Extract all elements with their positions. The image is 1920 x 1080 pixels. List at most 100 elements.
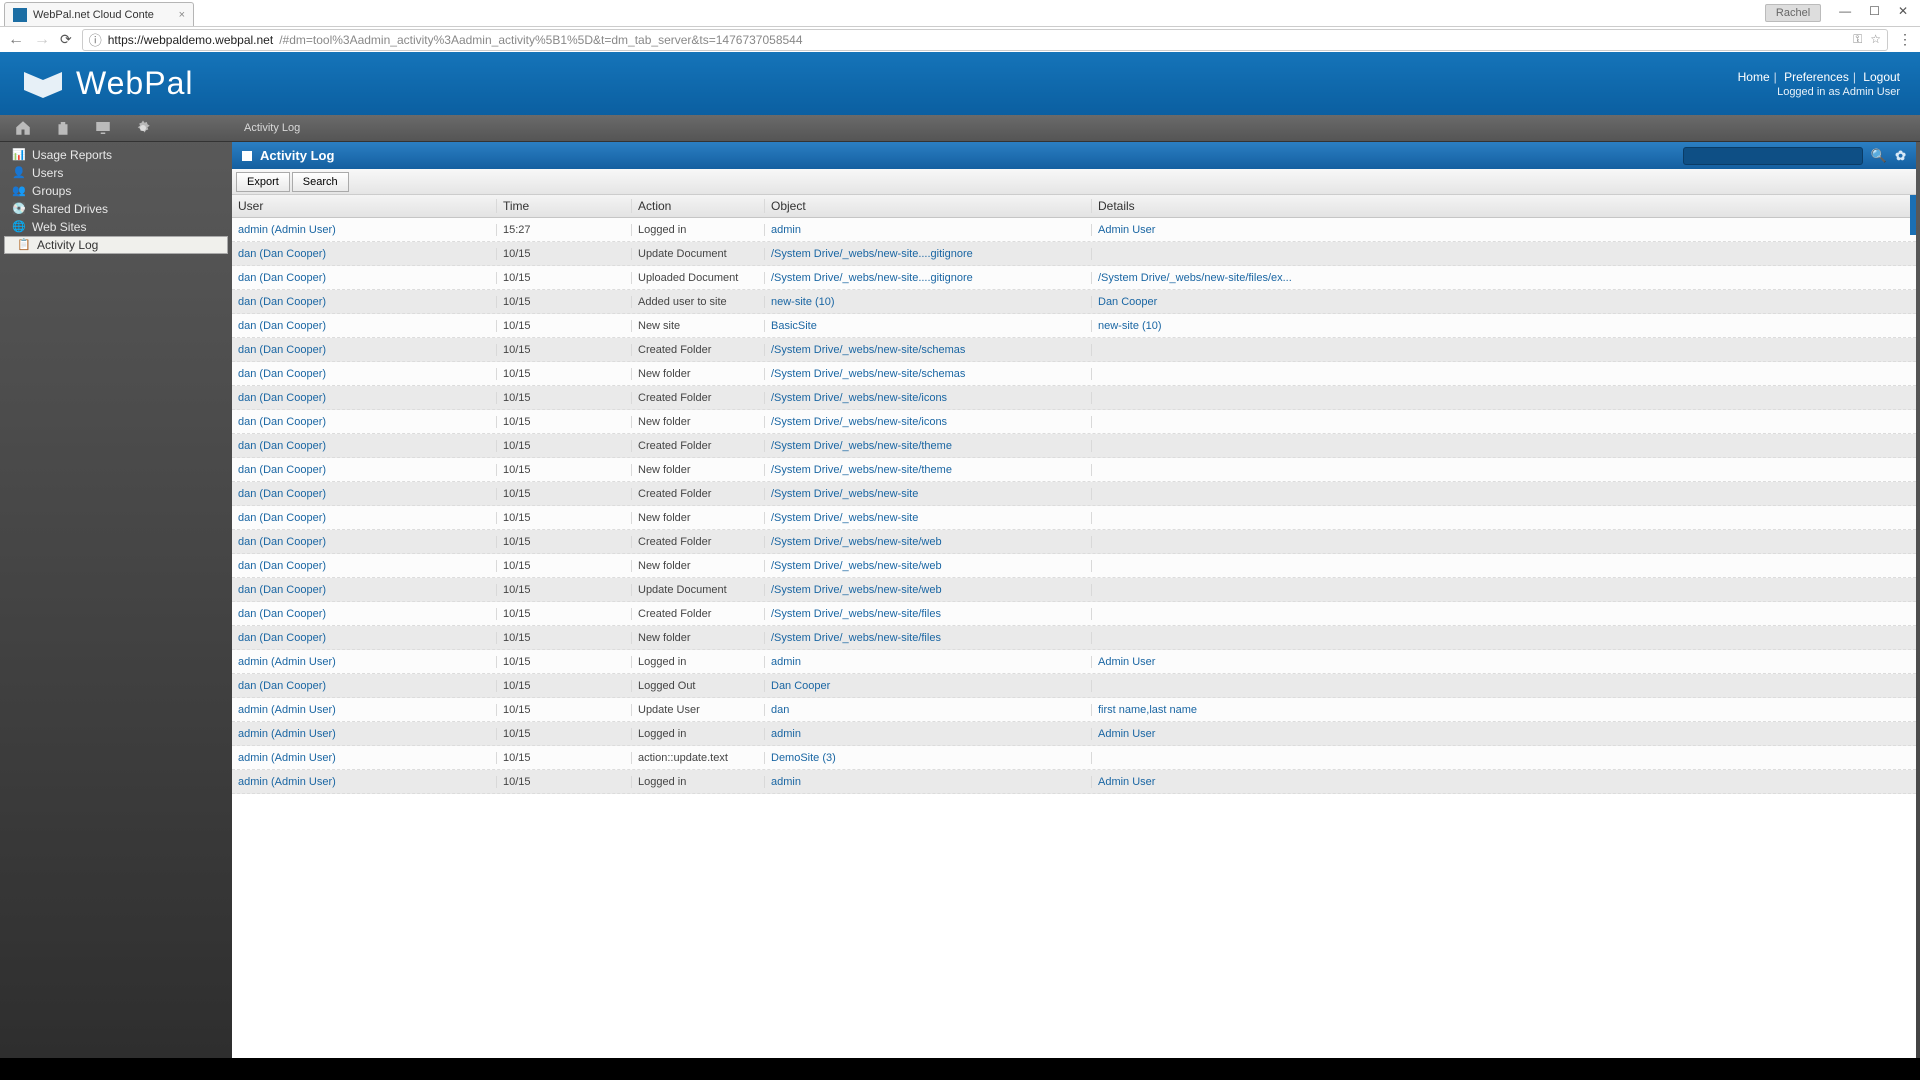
cell-time: 10/15 [497,752,632,764]
cell-action: action::update.text [632,752,765,764]
table-row[interactable]: dan (Dan Cooper)10/15Created Folder/Syst… [232,434,1916,458]
table-row[interactable]: dan (Dan Cooper)10/15Uploaded Document/S… [232,266,1916,290]
table-row[interactable]: dan (Dan Cooper)10/15Created Folder/Syst… [232,338,1916,362]
table-row[interactable]: dan (Dan Cooper)10/15Update Document/Sys… [232,578,1916,602]
cell-user: admin (Admin User) [232,656,497,668]
forward-icon[interactable]: → [34,31,50,49]
star-icon[interactable]: ☆ [1870,32,1881,47]
table-row[interactable]: dan (Dan Cooper)10/15Created Folder/Syst… [232,482,1916,506]
col-action[interactable]: Action [632,199,765,213]
sidebar-item-usage-reports[interactable]: 📊Usage Reports [0,146,232,164]
cell-user: dan (Dan Cooper) [232,368,497,380]
cell-object: /System Drive/_webs/new-site/files [765,632,1092,644]
profile-badge[interactable]: Rachel [1765,4,1821,22]
table-row[interactable]: dan (Dan Cooper)10/15New folder/System D… [232,362,1916,386]
cell-user: dan (Dan Cooper) [232,512,497,524]
scrollbar-thumb[interactable] [1910,195,1916,235]
cell-action: Created Folder [632,392,765,404]
col-time[interactable]: Time [497,199,632,213]
table-row[interactable]: dan (Dan Cooper)10/15Update Document/Sys… [232,242,1916,266]
sidebar-item-activity-log[interactable]: 📋Activity Log [4,236,228,254]
maximize-icon[interactable]: ☐ [1869,4,1880,22]
close-window-icon[interactable]: ✕ [1898,4,1908,22]
panel-search-input[interactable] [1683,147,1863,165]
cell-time: 10/15 [497,536,632,548]
table-row[interactable]: admin (Admin User)10/15Logged inadminAdm… [232,650,1916,674]
url-host: https://webpaldemo.webpal.net [108,33,273,47]
browser-tab[interactable]: WebPal.net Cloud Conte × [4,2,194,26]
sidebar-item-icon: 💽 [12,202,26,216]
cell-time: 10/15 [497,440,632,452]
cell-time: 10/15 [497,560,632,572]
sidebar-item-web-sites[interactable]: 🌐Web Sites [0,218,232,236]
cell-action: New folder [632,560,765,572]
table-row[interactable]: dan (Dan Cooper)10/15New folder/System D… [232,626,1916,650]
cell-time: 10/15 [497,656,632,668]
activity-grid[interactable]: User Time Action Object Details admin (A… [232,195,1916,1058]
home-link[interactable]: Home [1738,70,1770,84]
sidebar-item-users[interactable]: 👤Users [0,164,232,182]
logo-icon [20,66,66,102]
sidebar-item-shared-drives[interactable]: 💽Shared Drives [0,200,232,218]
address-row: ← → ⟳ ⓘ https://webpaldemo.webpal.net/#d… [0,26,1920,52]
cell-action: Logged Out [632,680,765,692]
table-row[interactable]: dan (Dan Cooper)10/15New folder/System D… [232,506,1916,530]
vertical-scrollbar[interactable] [1910,195,1916,1058]
logout-link[interactable]: Logout [1863,70,1900,84]
minimize-icon[interactable]: — [1839,4,1851,22]
trash-icon[interactable] [54,119,72,137]
sidebar-item-groups[interactable]: 👥Groups [0,182,232,200]
cell-time: 10/15 [497,344,632,356]
close-icon[interactable]: × [179,9,185,21]
cell-time: 10/15 [497,632,632,644]
cell-user: admin (Admin User) [232,752,497,764]
cell-object: /System Drive/_webs/new-site [765,488,1092,500]
table-row[interactable]: dan (Dan Cooper)10/15New folder/System D… [232,410,1916,434]
back-icon[interactable]: ← [8,31,24,49]
table-row[interactable]: dan (Dan Cooper)10/15New folder/System D… [232,554,1916,578]
col-object[interactable]: Object [765,199,1092,213]
table-row[interactable]: dan (Dan Cooper)10/15Created Folder/Syst… [232,602,1916,626]
settings-icon[interactable]: ✿ [1895,148,1906,164]
tab-title: WebPal.net Cloud Conte [33,9,154,21]
cell-time: 10/15 [497,680,632,692]
table-row[interactable]: admin (Admin User)10/15Logged inadminAdm… [232,722,1916,746]
table-row[interactable]: admin (Admin User)15:27Logged inadminAdm… [232,218,1916,242]
brand-logo[interactable]: WebPal [20,65,193,102]
cell-user: admin (Admin User) [232,776,497,788]
table-row[interactable]: admin (Admin User)10/15Logged inadminAdm… [232,770,1916,794]
table-row[interactable]: dan (Dan Cooper)10/15New folder/System D… [232,458,1916,482]
gear-icon[interactable] [134,119,152,137]
cell-details: Admin User [1092,728,1916,740]
cell-user: dan (Dan Cooper) [232,296,497,308]
table-row[interactable]: admin (Admin User)10/15action::update.te… [232,746,1916,770]
site-info-icon[interactable]: ⓘ [89,30,102,49]
cell-user: dan (Dan Cooper) [232,392,497,404]
home-icon[interactable] [14,119,32,137]
cell-user: dan (Dan Cooper) [232,440,497,452]
cell-user: dan (Dan Cooper) [232,608,497,620]
cell-time: 10/15 [497,728,632,740]
search-button[interactable]: Search [292,172,349,192]
address-bar[interactable]: ⓘ https://webpaldemo.webpal.net/#dm=tool… [82,29,1888,51]
table-row[interactable]: dan (Dan Cooper)10/15Logged OutDan Coope… [232,674,1916,698]
kebab-menu-icon[interactable]: ⋮ [1898,31,1912,48]
table-row[interactable]: dan (Dan Cooper)10/15Created Folder/Syst… [232,530,1916,554]
col-details[interactable]: Details [1092,199,1916,213]
table-row[interactable]: dan (Dan Cooper)10/15New siteBasicSitene… [232,314,1916,338]
table-row[interactable]: dan (Dan Cooper)10/15Created Folder/Syst… [232,386,1916,410]
cell-object: admin [765,776,1092,788]
export-button[interactable]: Export [236,172,290,192]
cell-object: /System Drive/_webs/new-site/icons [765,392,1092,404]
col-user[interactable]: User [232,199,497,213]
reload-icon[interactable]: ⟳ [60,31,72,48]
cell-action: New site [632,320,765,332]
table-row[interactable]: admin (Admin User)10/15Update Userdanfir… [232,698,1916,722]
header-links: Home| Preferences| Logout [1738,70,1900,84]
monitor-icon[interactable] [94,119,112,137]
search-icon[interactable]: 🔍 [1871,148,1887,164]
key-icon[interactable]: ⚿ [1853,32,1862,47]
table-row[interactable]: dan (Dan Cooper)10/15Added user to siten… [232,290,1916,314]
cell-user: dan (Dan Cooper) [232,248,497,260]
preferences-link[interactable]: Preferences [1784,70,1849,84]
